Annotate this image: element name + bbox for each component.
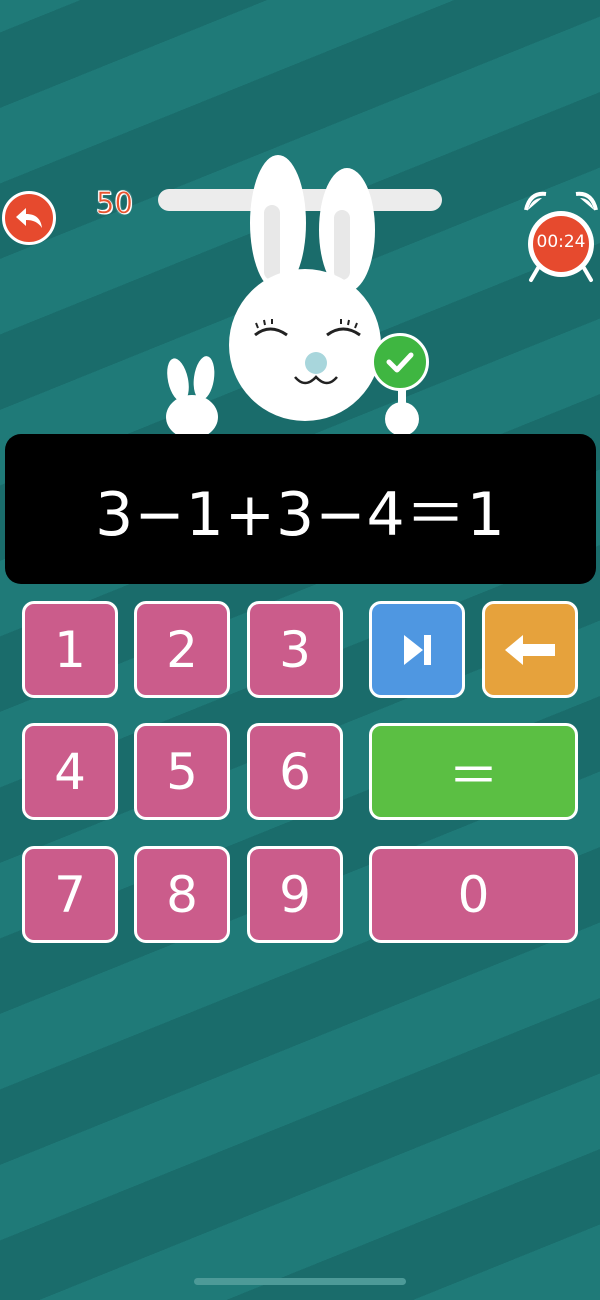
timer: 00:24 xyxy=(520,188,600,284)
score: 50 xyxy=(96,186,133,221)
key-3[interactable]: 3 xyxy=(247,601,343,698)
correct-badge xyxy=(371,333,429,391)
left-arrow-icon xyxy=(505,634,555,665)
skip-button[interactable] xyxy=(369,601,465,698)
key-2[interactable]: 2 xyxy=(134,601,230,698)
key-7[interactable]: 7 xyxy=(22,846,118,943)
skip-next-icon xyxy=(404,634,431,665)
key-6[interactable]: 6 xyxy=(247,723,343,820)
home-indicator[interactable] xyxy=(194,1278,406,1285)
bunny-icon xyxy=(166,155,419,439)
equals-button[interactable]: ＝ xyxy=(369,723,578,820)
checkmark-icon xyxy=(386,352,414,373)
key-4[interactable]: 4 xyxy=(22,723,118,820)
key-9[interactable]: 9 xyxy=(247,846,343,943)
timer-text: 00:24 xyxy=(536,232,586,252)
key-1[interactable]: 1 xyxy=(22,601,118,698)
key-0[interactable]: 0 xyxy=(369,846,578,943)
back-button[interactable] xyxy=(2,191,56,245)
key-5[interactable]: 5 xyxy=(134,723,230,820)
backspace-button[interactable] xyxy=(482,601,578,698)
key-8[interactable]: 8 xyxy=(134,846,230,943)
equation-display: 3−1+3−4＝1 xyxy=(5,434,596,584)
equation-text: 3−1+3−4＝1 xyxy=(95,479,506,550)
undo-arrow-icon xyxy=(16,208,42,228)
